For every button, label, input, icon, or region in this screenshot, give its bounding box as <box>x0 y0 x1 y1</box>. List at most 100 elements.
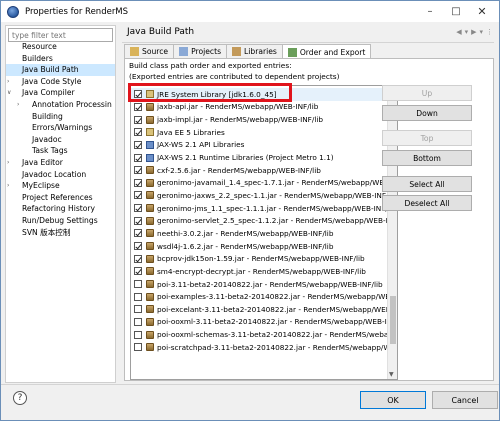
maximize-button[interactable]: □ <box>443 3 469 19</box>
jar-icon <box>146 204 154 213</box>
deselect-all-button[interactable]: Deselect All <box>382 195 472 211</box>
tree-item[interactable]: Resource <box>6 41 115 53</box>
export-checkbox[interactable] <box>134 280 142 289</box>
export-checkbox[interactable] <box>134 343 142 352</box>
export-checkbox[interactable] <box>134 317 142 326</box>
classpath-entry[interactable]: geronimo-javamail_1.4_spec-1.7.1.jar - R… <box>131 177 397 190</box>
export-checkbox[interactable] <box>134 305 142 314</box>
tree-item[interactable]: SVN 版本控制 <box>6 227 115 239</box>
export-checkbox[interactable] <box>134 115 142 124</box>
classpath-entry[interactable]: poi-excelant-3.11-beta2-20140822.jar - R… <box>131 303 397 316</box>
export-checkbox[interactable] <box>134 140 142 149</box>
jar-icon <box>146 242 154 251</box>
classpath-entry[interactable]: geronimo-jaxws_2.2_spec-1.1.jar - Render… <box>131 189 397 202</box>
tree-item[interactable]: Javadoc <box>6 134 115 146</box>
tree-item[interactable]: › Annotation Processin <box>6 99 115 111</box>
tree-item[interactable]: Project References <box>6 192 115 204</box>
collapse-arrow-icon[interactable]: › <box>17 99 19 111</box>
tree-item[interactable]: Task Tags <box>6 145 115 157</box>
top-button[interactable]: Top <box>382 130 472 146</box>
description-line-1: Build class path order and exported entr… <box>129 61 292 70</box>
export-checkbox[interactable] <box>134 242 142 251</box>
export-checkbox[interactable] <box>134 292 142 301</box>
tab-order-and-export[interactable]: Order and Export <box>281 44 372 59</box>
export-checkbox[interactable] <box>134 191 142 200</box>
export-checkbox[interactable] <box>134 90 142 99</box>
cancel-button[interactable]: Cancel <box>432 391 498 409</box>
entry-label: geronimo-javamail_1.4_spec-1.7.1.jar - R… <box>157 178 398 188</box>
export-checkbox[interactable] <box>134 128 142 137</box>
minimize-button[interactable]: – <box>417 3 443 19</box>
classpath-entry[interactable]: neethi-3.0.2.jar - RenderMS/webapp/WEB-I… <box>131 227 388 240</box>
classpath-entry[interactable]: bcprov-jdk15on-1.59.jar - RenderMS/webap… <box>131 252 388 265</box>
entry-label: wsdl4j-1.6.2.jar - RenderMS/webapp/WEB-I… <box>157 241 334 251</box>
classpath-entry[interactable]: JAX-WS 2.1 Runtime Libraries (Project Me… <box>131 151 388 164</box>
filter-input[interactable] <box>8 28 113 42</box>
more-icon[interactable]: ⋮ <box>486 28 493 36</box>
tree-item[interactable]: › Java Editor <box>6 157 115 169</box>
classpath-entry[interactable]: jaxb-impl.jar - RenderMS/webapp/WEB-INF/… <box>131 113 388 126</box>
export-checkbox[interactable] <box>134 216 142 225</box>
tab-projects[interactable]: Projects <box>173 44 228 58</box>
classpath-entry[interactable]: poi-examples-3.11-beta2-20140822.jar - R… <box>131 290 397 303</box>
tree-item[interactable]: › MyEclipse <box>6 180 115 192</box>
up-button[interactable]: Up <box>382 85 472 101</box>
tree-item[interactable]: › Java Code Style <box>6 76 115 88</box>
tree-item[interactable]: Javadoc Location <box>6 169 115 181</box>
entry-label: JAX-WS 2.1 Runtime Libraries (Project Me… <box>157 153 334 163</box>
tree-item-label: MyEclipse <box>22 181 60 191</box>
expand-arrow-icon[interactable]: ∨ <box>7 87 11 99</box>
tree-item[interactable]: Refactoring History <box>6 203 115 215</box>
classpath-entry[interactable]: jaxb-api.jar - RenderMS/webapp/WEB-INF/l… <box>131 101 388 114</box>
source-folder-icon <box>130 47 139 56</box>
scroll-down-icon[interactable]: ▼ <box>389 371 394 378</box>
pane-splitter[interactable] <box>116 25 120 383</box>
collapse-arrow-icon[interactable]: › <box>7 76 9 88</box>
tree-item[interactable]: Building <box>6 111 115 123</box>
back-arrow-icon[interactable]: ◀ <box>456 28 461 36</box>
export-checkbox[interactable] <box>134 254 142 263</box>
help-icon[interactable]: ? <box>13 391 27 405</box>
tree-item[interactable]: Builders <box>6 53 115 65</box>
classpath-entry[interactable]: JAX-WS 2.1 API Libraries <box>131 139 388 152</box>
classpath-entry[interactable]: sm4-encrypt-decrypt.jar - RenderMS/webap… <box>131 265 388 278</box>
classpath-entry[interactable]: wsdl4j-1.6.2.jar - RenderMS/webapp/WEB-I… <box>131 240 388 253</box>
projects-icon <box>179 47 189 56</box>
collapse-arrow-icon[interactable]: › <box>7 157 9 169</box>
export-checkbox[interactable] <box>134 204 142 213</box>
classpath-entry[interactable]: poi-ooxml-schemas-3.11-beta2-20140822.ja… <box>131 328 397 341</box>
dropdown-icon[interactable]: ▾ <box>479 28 483 36</box>
tree-item[interactable]: Errors/Warnings <box>6 122 115 134</box>
down-button[interactable]: Down <box>382 105 472 121</box>
select-all-button[interactable]: Select All <box>382 176 472 192</box>
classpath-entry[interactable]: geronimo-jms_1.1_spec-1.1.1.jar - Render… <box>131 202 397 215</box>
tree-item[interactable]: ∨ Java Compiler <box>6 87 115 99</box>
bottom-button[interactable]: Bottom <box>382 150 472 166</box>
tree-item[interactable]: Run/Debug Settings <box>6 215 115 227</box>
forward-arrow-icon[interactable]: ▶ <box>471 28 476 36</box>
export-checkbox[interactable] <box>134 267 142 276</box>
close-button[interactable]: ✕ <box>469 3 495 19</box>
export-checkbox[interactable] <box>134 229 142 238</box>
classpath-entry[interactable]: Java EE 5 Libraries <box>131 126 388 139</box>
tree-item[interactable]: Java Build Path <box>6 64 115 76</box>
scrollbar-thumb[interactable] <box>390 296 396 344</box>
export-checkbox[interactable] <box>134 330 142 339</box>
export-checkbox[interactable] <box>134 102 142 111</box>
tab-libraries[interactable]: Libraries <box>226 44 283 58</box>
collapse-arrow-icon[interactable]: › <box>7 180 9 192</box>
classpath-entry[interactable]: geronimo-servlet_2.5_spec-1.1.2.jar - Re… <box>131 215 397 228</box>
classpath-entry[interactable]: cxf-2.5.6.jar - RenderMS/webapp/WEB-INF/… <box>131 164 388 177</box>
classpath-entry[interactable]: JRE System Library [jdk1.6.0_45] <box>131 88 388 101</box>
eclipse-icon <box>7 5 19 18</box>
tab-source[interactable]: Source <box>124 44 175 58</box>
classpath-entry[interactable]: poi-3.11-beta2-20140822.jar - RenderMS/w… <box>131 278 388 291</box>
classpath-entry-list[interactable]: JRE System Library [jdk1.6.0_45] jaxb-api… <box>130 85 398 380</box>
ok-button[interactable]: OK <box>360 391 426 409</box>
export-checkbox[interactable] <box>134 166 142 175</box>
classpath-entry[interactable]: poi-ooxml-3.11-beta2-20140822.jar - Rend… <box>131 316 397 329</box>
export-checkbox[interactable] <box>134 178 142 187</box>
classpath-entry[interactable]: poi-scratchpad-3.11-beta2-20140822.jar -… <box>131 341 397 354</box>
dropdown-icon[interactable]: ▾ <box>465 28 469 36</box>
export-checkbox[interactable] <box>134 153 142 162</box>
